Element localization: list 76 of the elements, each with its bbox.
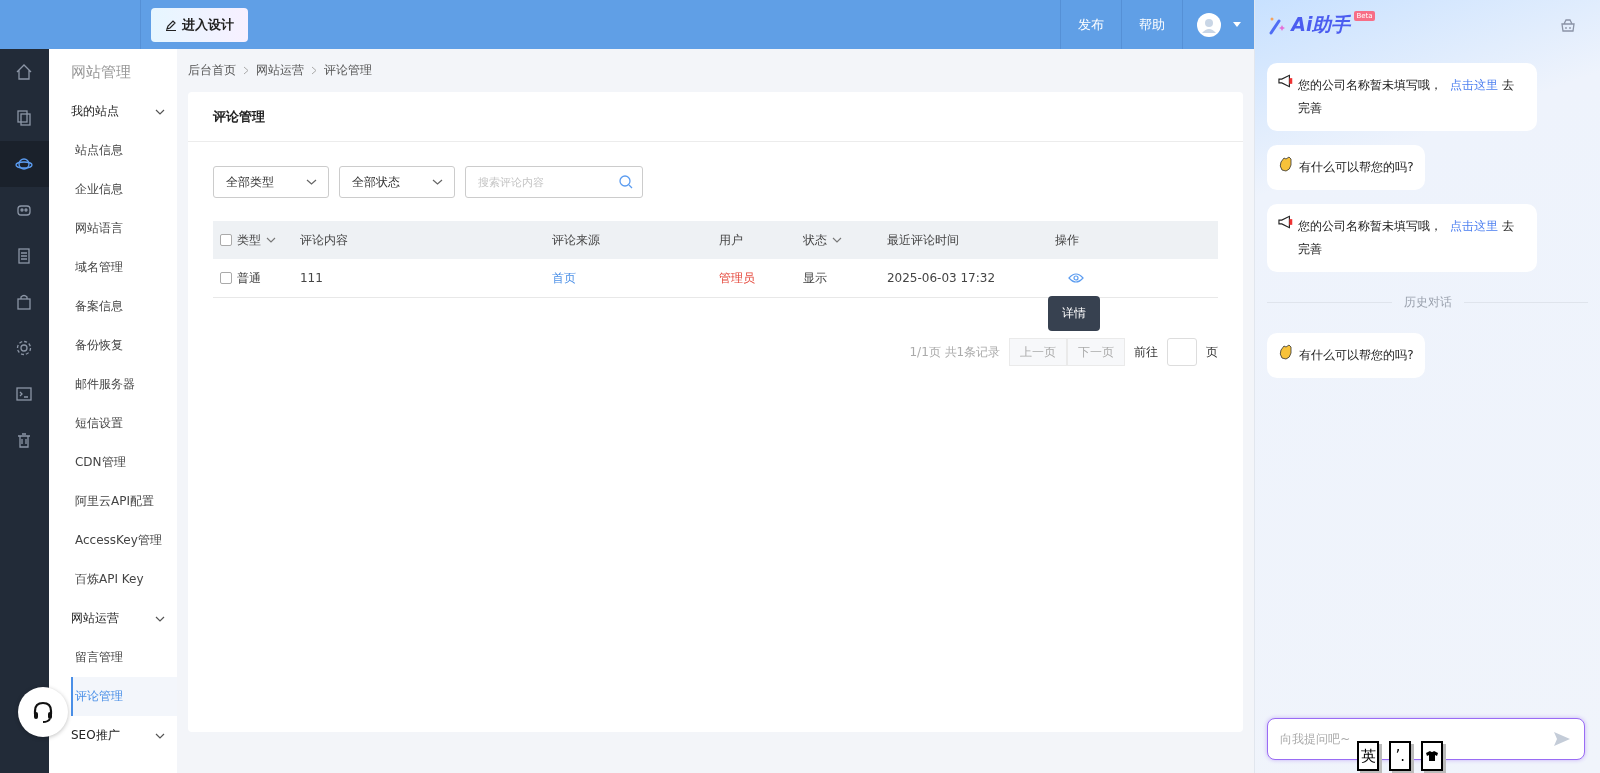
breadcrumb-item[interactable]: 评论管理	[323, 62, 372, 79]
page-input[interactable]	[1167, 338, 1198, 366]
basket-icon[interactable]	[1560, 16, 1576, 33]
message-text: 有什么可以帮您的吗?	[1299, 347, 1414, 364]
sidebar-item[interactable]: 邮件服务器	[70, 365, 177, 404]
sidebar-title: 网站管理	[70, 62, 132, 83]
copy-icon[interactable]	[15, 109, 34, 127]
column-header[interactable]: 用户	[718, 231, 743, 249]
sidebar-group[interactable]: SEO推广	[70, 716, 177, 755]
chevron-down-icon[interactable]	[831, 237, 842, 243]
card-title: 评论管理	[187, 92, 1244, 142]
chevron-down-icon	[305, 179, 317, 185]
chevron-right-icon	[242, 66, 249, 75]
column-header[interactable]: 评论内容	[299, 231, 348, 249]
chevron-right-icon	[310, 66, 317, 75]
sidebar-item[interactable]: 备份恢复	[70, 326, 177, 365]
enter-design-button[interactable]: 进入设计	[151, 7, 248, 42]
source-link[interactable]: 首页	[551, 269, 576, 287]
sidebar-item[interactable]: 企业信息	[70, 170, 177, 209]
complete-link[interactable]: 点击这里	[1450, 219, 1499, 233]
sidebar-item[interactable]: 站点信息	[70, 131, 177, 170]
avatar-icon[interactable]	[1197, 12, 1221, 37]
planet-icon[interactable]	[15, 155, 34, 173]
history-label: 历史对话	[1403, 294, 1452, 311]
column-header[interactable]: 类型	[236, 231, 261, 249]
chevron-down-icon	[431, 179, 443, 185]
message-text: 有什么可以帮您的吗?	[1299, 159, 1414, 176]
sidebar-group[interactable]: 我的站点	[70, 92, 177, 131]
column-header[interactable]: 状态	[802, 231, 827, 249]
table-cell: 2025-06-03 17:32	[886, 271, 996, 285]
sidebar-item[interactable]: AccessKey管理	[70, 521, 177, 560]
breadcrumb-item[interactable]: 网站运营	[255, 62, 304, 79]
megaphone-icon	[1278, 215, 1294, 229]
tooltip: 详情	[1047, 296, 1100, 331]
table-cell: 普通	[236, 269, 261, 287]
edit-icon	[165, 18, 177, 31]
sidebar-item[interactable]: 短信设置	[70, 404, 177, 443]
ime-key[interactable]	[1421, 741, 1444, 771]
filter-select[interactable]: 全部状态	[338, 166, 455, 198]
breadcrumb-item[interactable]: 后台首页	[187, 62, 236, 79]
sidebar-item[interactable]: 阿里云API配置	[70, 482, 177, 521]
settings-icon[interactable]	[15, 339, 34, 357]
column-header[interactable]: 最近评论时间	[886, 231, 959, 249]
column-header[interactable]: 操作	[1054, 231, 1079, 249]
terminal-icon[interactable]	[15, 385, 34, 403]
chevron-down-icon[interactable]	[265, 237, 276, 243]
complete-link[interactable]: 点击这里	[1450, 78, 1499, 92]
table-cell: 管理员	[718, 269, 755, 287]
megaphone-icon	[1278, 74, 1294, 88]
column-header[interactable]: 评论来源	[551, 231, 600, 249]
sidebar-item[interactable]: CDN管理	[70, 443, 177, 482]
checkbox[interactable]	[219, 272, 232, 284]
filter-select[interactable]: 全部类型	[212, 166, 329, 198]
message-text: 您的公司名称暂未填写哦， 点击这里 去完善	[1298, 77, 1516, 117]
ime-key[interactable]: 英	[1357, 741, 1380, 771]
assistant-title: Ai助手	[1291, 11, 1351, 37]
sidebar-item[interactable]: 网站语言	[70, 209, 177, 248]
sidebar-item[interactable]: 百炼API Key	[70, 560, 177, 599]
search-icon[interactable]	[618, 175, 633, 189]
page-unit-label: 页	[1206, 343, 1219, 361]
ime-key[interactable]: ’.	[1389, 741, 1412, 771]
message-text: 您的公司名称暂未填写哦， 点击这里 去完善	[1298, 218, 1516, 258]
shirt-icon	[1426, 751, 1439, 761]
caret-icon[interactable]	[1233, 22, 1241, 27]
checkbox[interactable]	[219, 234, 232, 246]
sidebar-item[interactable]: 域名管理	[70, 248, 177, 287]
pagination-summary: 1/1页 共1条记录	[909, 343, 1001, 361]
home-icon[interactable]	[15, 63, 34, 81]
sidebar-item[interactable]: 备案信息	[70, 287, 177, 326]
eye-icon[interactable]	[1067, 272, 1084, 284]
table-cell: 显示	[802, 269, 827, 287]
table-cell: 111	[299, 271, 323, 285]
bag-icon[interactable]	[15, 293, 34, 311]
goto-label: 前往	[1134, 343, 1159, 361]
sidebar-group[interactable]: 网站运营	[70, 599, 177, 638]
sidebar-item[interactable]: 留言管理	[70, 638, 177, 677]
